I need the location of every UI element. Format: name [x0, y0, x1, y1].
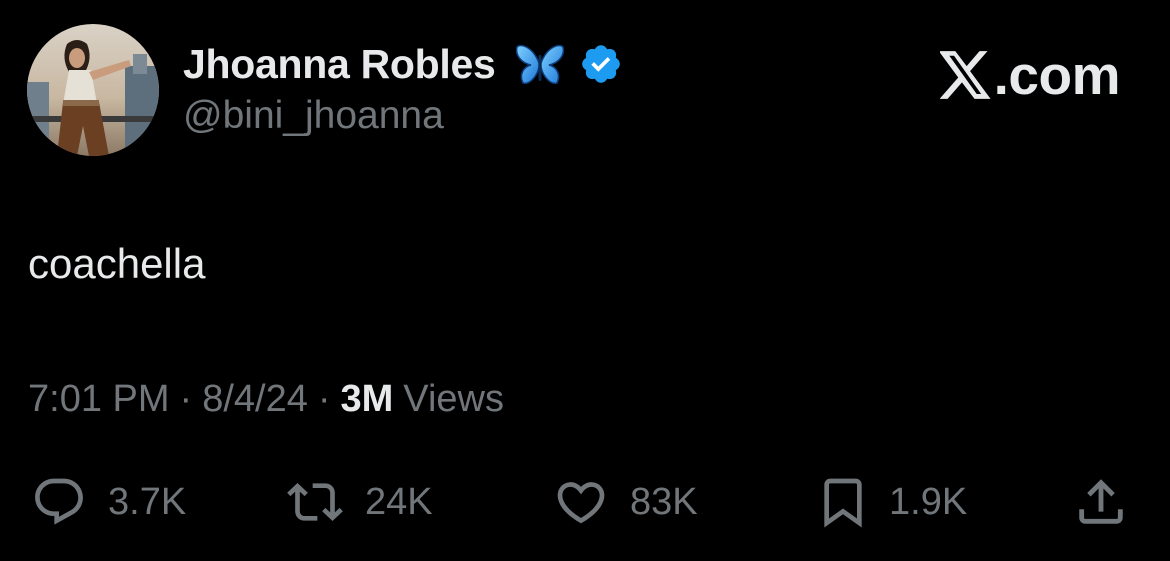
repost-count: 24K	[365, 480, 433, 523]
views-count: 3M	[340, 378, 394, 420]
butterfly-icon	[516, 44, 565, 85]
tweet-text: coachella	[28, 240, 206, 287]
verified-badge-icon[interactable]	[579, 42, 623, 86]
bookmark-icon	[824, 478, 862, 528]
tweet-time[interactable]: 7:01 PM	[28, 378, 170, 421]
share-button[interactable]	[1072, 470, 1130, 534]
author-handle[interactable]: @bini_jhoanna	[183, 94, 444, 138]
heart-icon	[557, 482, 605, 524]
x-logo-icon	[939, 51, 991, 99]
repost-button[interactable]: 24K	[283, 470, 433, 534]
display-name[interactable]: Jhoanna Robles	[183, 41, 496, 88]
brand-watermark: .com	[939, 44, 1121, 106]
share-icon	[1079, 479, 1123, 524]
action-bar: 3.7K 24K 83K 1.9K	[0, 470, 1170, 534]
meta-separator: ·	[179, 378, 193, 420]
author-name-row[interactable]: Jhoanna Robles	[183, 38, 623, 90]
bookmark-button[interactable]: 1.9K	[815, 470, 967, 534]
bookmark-count: 1.9K	[889, 480, 968, 523]
reply-button[interactable]: 3.7K	[28, 470, 186, 534]
tweet-date[interactable]: 8/4/24	[202, 378, 308, 421]
brand-domain-text: .com	[993, 44, 1121, 106]
reply-icon	[35, 478, 83, 525]
avatar[interactable]	[27, 24, 159, 156]
reply-count: 3.7K	[108, 480, 187, 523]
like-button[interactable]: 83K	[550, 470, 698, 534]
views-label: Views	[403, 378, 504, 420]
like-count: 83K	[630, 480, 698, 523]
tweet-meta: 7:01 PM · 8/4/24 · 3M Views	[28, 378, 504, 421]
avatar-image	[27, 24, 159, 156]
repost-icon	[287, 483, 343, 521]
meta-separator: ·	[317, 378, 331, 420]
